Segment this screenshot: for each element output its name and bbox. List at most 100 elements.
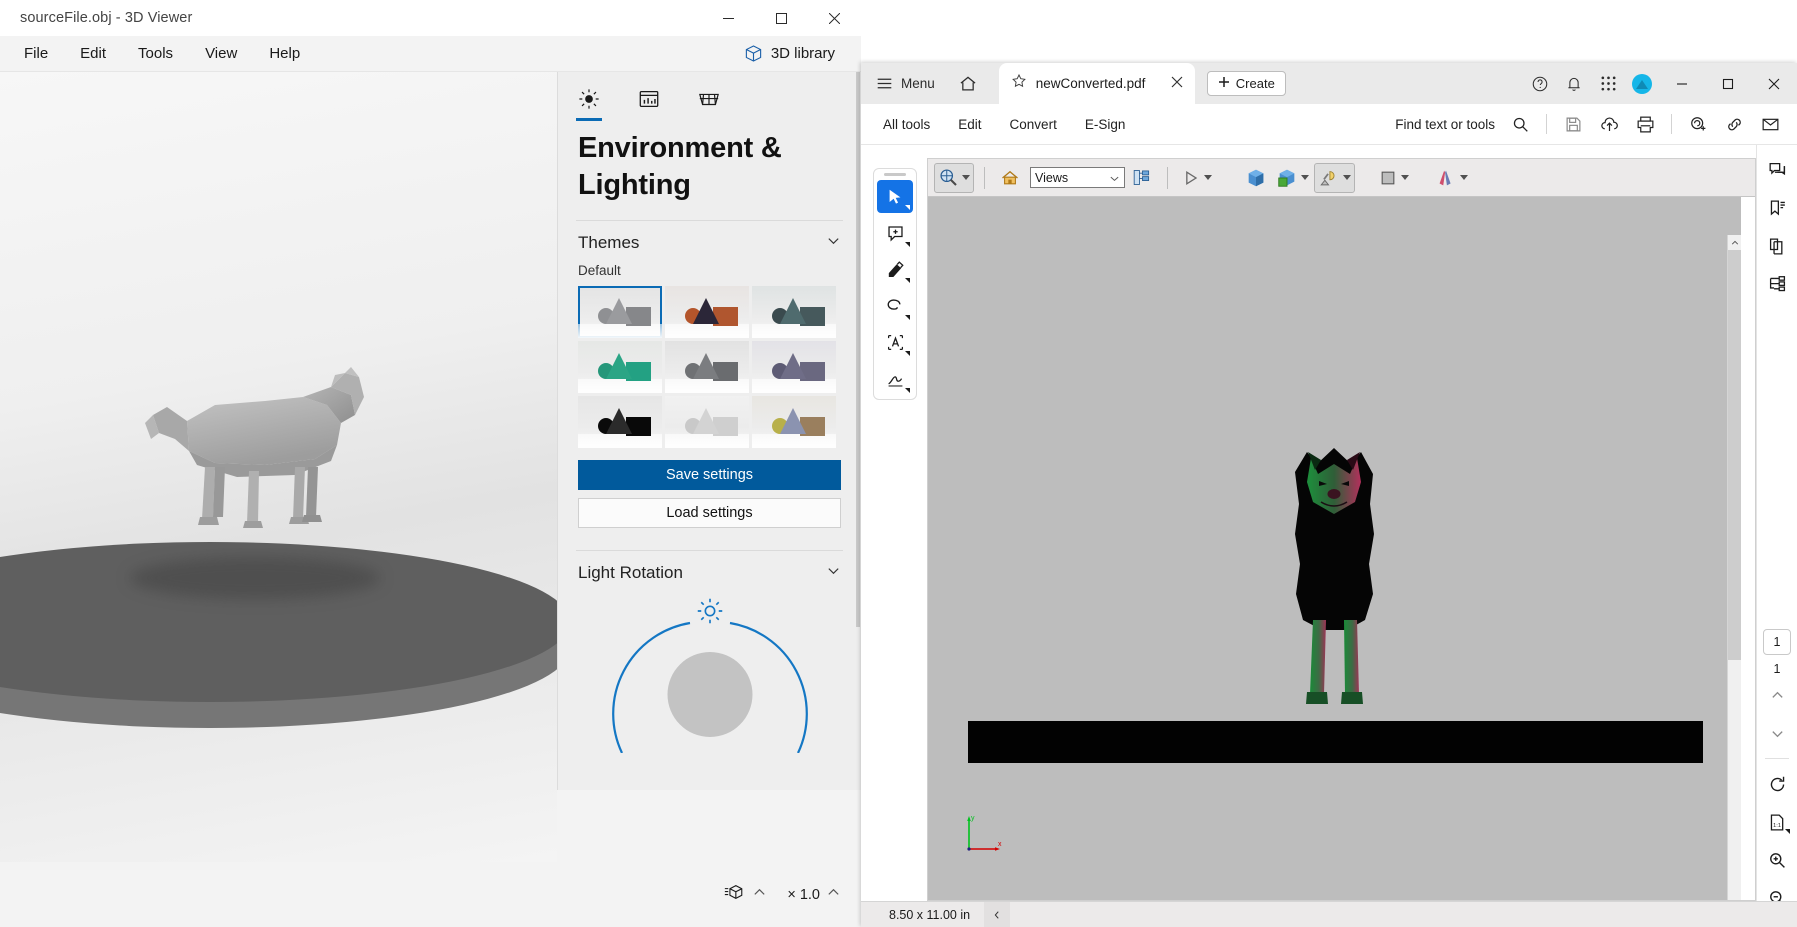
sign-tool-button[interactable] — [877, 362, 913, 396]
light-rotation-dial[interactable] — [558, 598, 861, 753]
theme-thumb-black[interactable] — [578, 396, 662, 448]
scroll-up-icon[interactable] — [1728, 235, 1741, 250]
find-label[interactable]: Find text or tools — [1395, 117, 1495, 132]
draw-tool-button[interactable] — [877, 289, 913, 323]
account-avatar[interactable] — [1625, 67, 1659, 101]
zoom-caret-icon[interactable] — [826, 885, 841, 905]
fit-caret-icon[interactable] — [1785, 829, 1790, 834]
theme-thumb-sunset[interactable] — [665, 286, 749, 338]
menu-edit[interactable]: Edit — [958, 117, 981, 132]
panel-scroll-thumb[interactable] — [856, 72, 860, 627]
views-dropdown[interactable]: Views — [1030, 167, 1125, 188]
pdf-vertical-scrollbar[interactable] — [1727, 235, 1741, 900]
viewer-minimize-button[interactable] — [702, 0, 755, 36]
menu-label[interactable]: Menu — [901, 76, 935, 91]
next-page-button[interactable] — [1760, 714, 1794, 752]
tab-environment-lighting[interactable] — [572, 82, 606, 121]
themes-section-header[interactable]: Themes — [558, 221, 861, 259]
comment-tool-button[interactable] — [877, 216, 913, 250]
page-number-input[interactable]: 1 — [1763, 629, 1791, 655]
chevron-down-icon[interactable] — [1301, 175, 1309, 180]
theme-thumb-green[interactable] — [578, 341, 662, 393]
cloud-upload-icon[interactable] — [1592, 107, 1626, 141]
chevron-down-icon[interactable] — [1460, 175, 1468, 180]
model-tree-panel-button[interactable] — [1760, 265, 1794, 303]
tab-close-icon[interactable] — [1167, 73, 1187, 95]
chevron-down-icon[interactable] — [1204, 175, 1212, 180]
create-button[interactable]: Create — [1206, 71, 1286, 96]
document-tab[interactable]: newConverted.pdf — [998, 63, 1195, 104]
chevron-down-icon[interactable] — [1343, 175, 1351, 180]
rotate-3d-tool-button[interactable] — [934, 162, 974, 193]
viewer-maximize-button[interactable] — [755, 0, 808, 36]
three-d-scene-canvas[interactable] — [0, 72, 557, 862]
zoom-control[interactable]: × 1.0 — [787, 885, 841, 905]
theme-thumb-teal-dark[interactable] — [752, 286, 836, 338]
add-person-icon[interactable] — [1681, 107, 1715, 141]
page-thumbnails-button[interactable] — [1760, 227, 1794, 265]
model-units-caret-icon[interactable] — [752, 885, 767, 905]
viewer-close-button[interactable] — [808, 0, 861, 36]
rotate-page-button[interactable] — [1760, 765, 1794, 803]
email-icon[interactable] — [1753, 107, 1787, 141]
star-icon[interactable] — [1011, 73, 1027, 94]
link-icon[interactable] — [1717, 107, 1751, 141]
use-perspective-button[interactable] — [1241, 163, 1271, 193]
lighting-button[interactable] — [1314, 162, 1355, 193]
tab-statistics[interactable] — [632, 82, 666, 116]
chevron-down-icon[interactable] — [962, 175, 970, 180]
zoom-in-button[interactable] — [1760, 841, 1794, 879]
tool-rail-drag-handle[interactable] — [884, 173, 906, 176]
home-icon[interactable] — [951, 69, 985, 99]
bell-icon[interactable] — [1557, 67, 1591, 101]
menu-tools[interactable]: Tools — [124, 40, 187, 67]
acrobat-maximize-button[interactable] — [1705, 63, 1751, 104]
menu-view[interactable]: View — [191, 40, 251, 67]
load-settings-button[interactable]: Load settings — [578, 498, 841, 528]
model-tree-button[interactable] — [1127, 163, 1157, 193]
menu-esign[interactable]: E-Sign — [1085, 117, 1126, 132]
light-rotation-header[interactable]: Light Rotation — [558, 551, 861, 589]
chevron-down-icon[interactable] — [1401, 175, 1409, 180]
theme-thumb-slate[interactable] — [665, 341, 749, 393]
tab-grid[interactable] — [692, 82, 726, 116]
apps-grid-icon[interactable] — [1591, 67, 1625, 101]
model-units-control[interactable] — [724, 882, 767, 907]
acrobat-close-button[interactable] — [1751, 63, 1797, 104]
menu-help[interactable]: Help — [255, 40, 314, 67]
menu-convert[interactable]: Convert — [1010, 117, 1057, 132]
theme-thumb-colorful[interactable] — [752, 396, 836, 448]
default-view-button[interactable] — [995, 163, 1025, 193]
cross-section-button[interactable] — [1273, 163, 1312, 193]
avatar — [1632, 73, 1652, 94]
theme-thumb-grey[interactable] — [578, 286, 662, 338]
theme-thumb-violet[interactable] — [752, 341, 836, 393]
search-icon[interactable] — [1503, 107, 1537, 141]
menu-file[interactable]: File — [10, 40, 62, 67]
play-animation-button[interactable] — [1178, 163, 1215, 193]
select-tool-button[interactable] — [877, 179, 913, 214]
theme-thumb-white[interactable] — [665, 396, 749, 448]
fit-page-button[interactable]: 1:1 — [1760, 803, 1794, 841]
save-settings-button[interactable]: Save settings — [578, 460, 841, 490]
collapse-panel-button[interactable] — [984, 902, 1011, 927]
pdf-scroll-thumb[interactable] — [1728, 250, 1741, 660]
save-icon[interactable] — [1556, 107, 1590, 141]
hamburger-icon[interactable] — [871, 71, 897, 97]
acrobat-minimize-button[interactable] — [1659, 63, 1705, 104]
dial-knob[interactable] — [667, 652, 752, 737]
three-d-library-button[interactable]: 3D library — [736, 40, 843, 67]
print-icon[interactable] — [1628, 107, 1662, 141]
edit-text-tool-button[interactable] — [877, 326, 913, 360]
bookmarks-panel-button[interactable] — [1760, 189, 1794, 227]
comments-panel-button[interactable] — [1760, 151, 1794, 189]
background-color-button[interactable] — [1375, 163, 1412, 193]
zoom-in-icon — [1769, 852, 1785, 868]
menu-edit[interactable]: Edit — [66, 40, 120, 67]
pdf-3d-canvas[interactable]: y x — [928, 197, 1741, 900]
help-icon[interactable] — [1523, 67, 1557, 101]
menu-all-tools[interactable]: All tools — [883, 117, 930, 132]
highlight-tool-button[interactable] — [877, 253, 913, 287]
render-mode-button[interactable] — [1432, 163, 1471, 193]
previous-page-button[interactable] — [1760, 676, 1794, 714]
